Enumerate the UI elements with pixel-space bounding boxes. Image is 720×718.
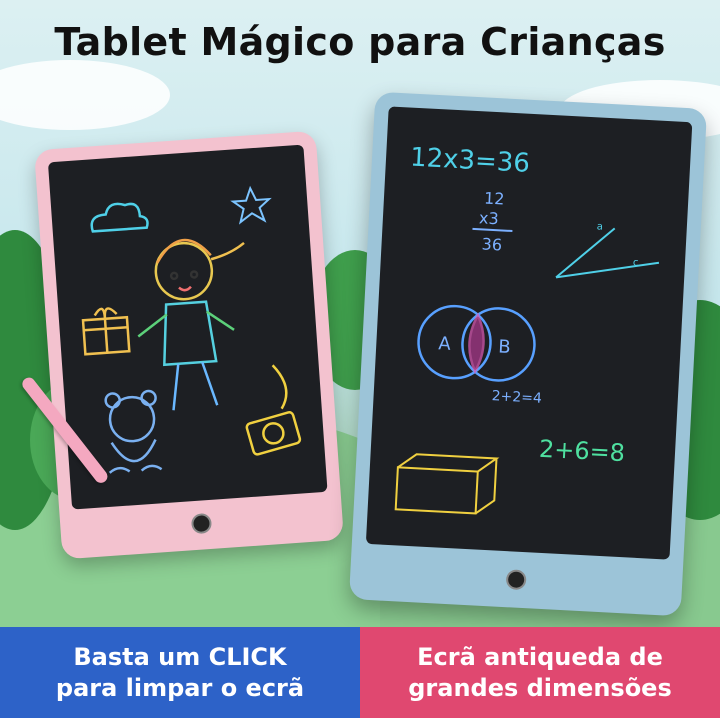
equation-2plus6: 2+6=8 [538,435,625,467]
cuboid-drawing [394,453,500,515]
venn-diagram [417,304,536,382]
mult-top: 12 [484,189,505,209]
left-tablet [34,130,344,560]
mult-line [472,227,513,233]
angle-label-a: a [596,221,603,232]
venn-label-a: A [438,333,452,355]
left-power-button-icon[interactable] [190,512,213,535]
right-screen-drawing: 12x3=36 12 x3 36 a c A B 2+2=4 2+6=8 [394,143,660,515]
cloud-shape [0,60,170,130]
left-banner-line1: Basta um CLICK [73,642,287,671]
teddy-bear-icon [104,389,163,474]
equation-2plus2: 2+2=4 [491,388,542,407]
right-banner-text: Ecrã antiqueda de grandes dimensões [408,642,672,704]
angle-drawing [555,227,660,279]
left-banner-line2: para limpar o ecrã [55,673,305,702]
gift-icon [81,307,131,356]
right-tablet-screen: 12x3=36 12 x3 36 a c A B 2+2=4 2+6=8 [365,106,693,560]
girl-drawing [137,238,245,411]
mult-mid: x3 [479,208,500,228]
camera-icon [245,364,302,456]
left-banner: Basta um CLICK para limpar o ecrã [0,627,360,718]
product-image: Tablet Mágico para Crianças 12x3=36 12 x… [0,0,720,718]
cloud-icon [90,202,149,233]
mult-result: 36 [481,234,502,254]
angle-label-c: c [633,257,639,268]
right-tablet: 12x3=36 12 x3 36 a c A B 2+2=4 2+6=8 [348,91,708,617]
right-banner-line2: grandes dimensões [408,673,672,702]
star-icon [230,185,272,225]
equation-12x3: 12x3=36 [409,143,530,179]
venn-label-b: B [498,336,511,358]
right-banner: Ecrã antiqueda de grandes dimensões [360,627,720,718]
right-banner-line1: Ecrã antiqueda de [417,642,663,671]
page-title: Tablet Mágico para Crianças [54,20,666,64]
right-power-button-icon[interactable] [505,569,527,591]
left-banner-text: Basta um CLICK para limpar o ecrã [56,642,304,704]
